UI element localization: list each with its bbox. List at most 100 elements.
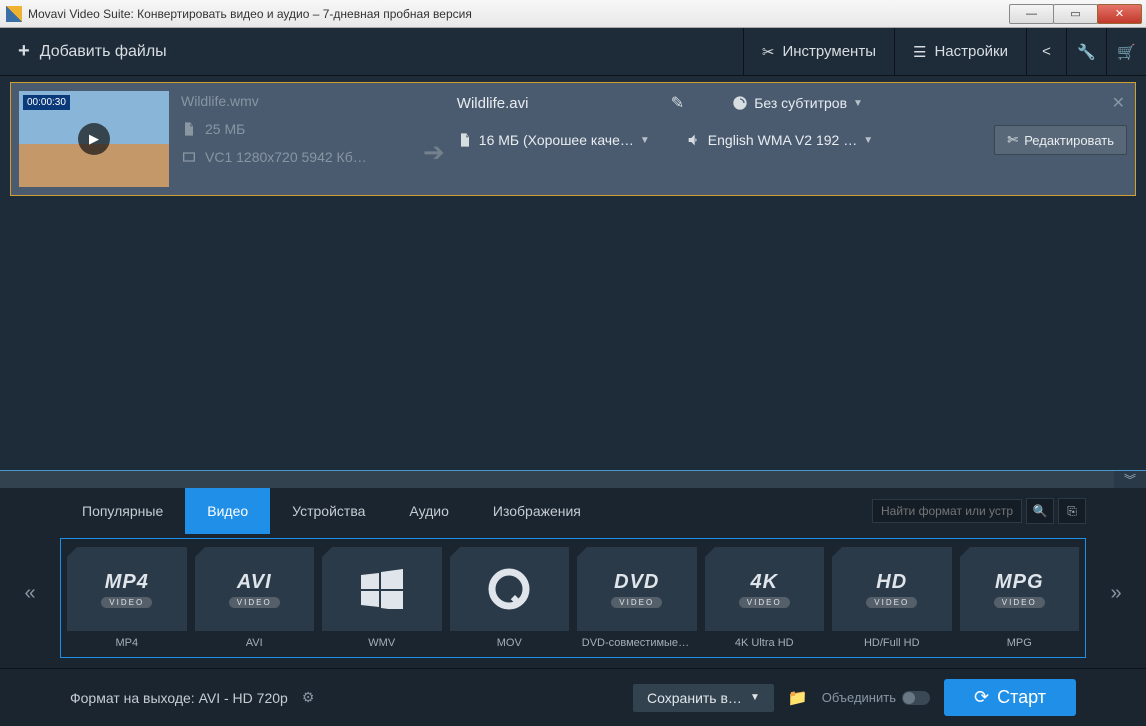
formats-prev-button[interactable]: « (15, 578, 45, 608)
format-card-dvd-совместимые в…[interactable]: DVDVIDEO DVD-совместимые в… (577, 547, 697, 649)
tools-icon: ✂︎ (762, 43, 775, 61)
format-label: AVI (246, 637, 263, 649)
subtitles-dropdown[interactable]: Без субтитров ▼ (732, 95, 863, 111)
format-search-input[interactable] (872, 499, 1022, 523)
scissors-icon: ✄ (1007, 132, 1018, 148)
file-icon (181, 121, 197, 137)
add-files-label: Добавить файлы (40, 43, 167, 61)
maximize-button[interactable]: ▭ (1053, 4, 1098, 24)
format-icon (322, 547, 442, 631)
share-icon: < (1042, 43, 1051, 60)
key-icon: 🔧 (1077, 43, 1096, 61)
tab-images[interactable]: Изображения (471, 488, 603, 534)
arrow-icon: ➔ (423, 137, 445, 168)
audio-track-dropdown[interactable]: English WMA V2 192 … ▼ (686, 132, 873, 148)
tab-popular[interactable]: Популярные (60, 488, 185, 534)
rename-icon[interactable]: ✎ (671, 93, 684, 113)
output-settings-button[interactable]: ⚙ (302, 689, 315, 706)
main-toolbar: + Добавить файлы ✂︎ Инструменты ☰ Настро… (0, 28, 1146, 76)
format-card-avi[interactable]: AVIVIDEO AVI (195, 547, 315, 649)
remove-file-button[interactable]: ✕ (1112, 93, 1125, 113)
cart-button[interactable]: 🛒 (1106, 28, 1146, 76)
cart-icon: 🛒 (1117, 43, 1136, 61)
format-label: MOV (497, 637, 522, 649)
chevron-down-icon: ▼ (863, 135, 873, 146)
edit-label: Редактировать (1024, 133, 1114, 148)
format-label: 4K Ultra HD (735, 637, 794, 649)
tab-audio[interactable]: Аудио (387, 488, 471, 534)
plus-icon: + (18, 40, 30, 63)
format-icon: HDVIDEO (832, 547, 952, 631)
collapse-bar[interactable]: ︾ (0, 470, 1146, 488)
search-button[interactable]: 🔍 (1026, 498, 1054, 524)
format-card-mpg[interactable]: MPGVIDEO MPG (960, 547, 1080, 649)
thumbnail-timecode: 00:00:30 (23, 95, 70, 110)
format-grid: MP4VIDEO MP4 AVIVIDEO AVI WMV MOV DVDVIDEO DVD-… (60, 538, 1086, 658)
edit-button[interactable]: ✄ Редактировать (994, 125, 1127, 155)
tools-button[interactable]: ✂︎ Инструменты (743, 28, 894, 76)
format-label: MP4 (115, 637, 138, 649)
chevron-down-icon: ︾ (1114, 471, 1146, 488)
key-button[interactable]: 🔧 (1066, 28, 1106, 76)
merge-label: Объединить (822, 690, 896, 705)
format-card-hd/full hd[interactable]: HDVIDEO HD/Full HD (832, 547, 952, 649)
tools-label: Инструменты (782, 43, 876, 60)
minimize-button[interactable]: — (1009, 4, 1054, 24)
detect-device-button[interactable]: ⎘ (1058, 498, 1086, 524)
play-icon[interactable]: ▶ (78, 123, 110, 155)
tab-video[interactable]: Видео (185, 488, 270, 534)
settings-label: Настройки (934, 43, 1008, 60)
chevron-down-icon: ▼ (750, 692, 760, 703)
source-details: VC1 1280x720 5942 Кб… (205, 149, 367, 165)
format-icon (450, 547, 570, 631)
convert-icon: ⟳ (974, 687, 989, 708)
format-card-wmv[interactable]: WMV (322, 547, 442, 649)
audio-icon (686, 132, 702, 148)
toggle-switch[interactable] (902, 691, 930, 705)
start-label: Старт (997, 687, 1046, 708)
start-button[interactable]: ⟳ Старт (944, 679, 1076, 716)
output-quality-label: 16 МБ (Хорошее каче… (479, 132, 634, 148)
search-icon: 🔍 (1033, 504, 1048, 518)
folder-icon[interactable]: 📁 (788, 688, 808, 708)
source-size: 25 МБ (205, 121, 245, 137)
format-icon: DVDVIDEO (577, 547, 697, 631)
format-icon: 4KVIDEO (705, 547, 825, 631)
settings-button[interactable]: ☰ Настройки (894, 28, 1026, 76)
add-files-button[interactable]: + Добавить файлы (0, 28, 185, 76)
save-to-label: Сохранить в… (647, 690, 742, 706)
subtitles-icon (732, 95, 748, 111)
audio-track-label: English WMA V2 192 … (708, 132, 857, 148)
output-quality-dropdown[interactable]: 16 МБ (Хорошее каче… ▼ (457, 132, 672, 148)
close-button[interactable]: ✕ (1097, 4, 1142, 24)
window-title: Movavi Video Suite: Конвертировать видео… (28, 7, 1010, 21)
source-filename: Wildlife.wmv (181, 93, 259, 109)
save-to-dropdown[interactable]: Сохранить в… ▼ (633, 684, 774, 712)
format-icon: AVIVIDEO (195, 547, 315, 631)
format-card-mp4[interactable]: MP4VIDEO MP4 (67, 547, 187, 649)
tab-devices[interactable]: Устройства (270, 488, 387, 534)
format-card-4k ultra hd[interactable]: 4KVIDEO 4K Ultra HD (705, 547, 825, 649)
chevron-down-icon: ▼ (853, 98, 863, 109)
formats-next-button[interactable]: » (1101, 578, 1131, 608)
app-icon (6, 6, 22, 22)
merge-toggle[interactable]: Объединить (822, 690, 930, 705)
menu-icon: ☰ (913, 43, 926, 61)
bottom-bar: Формат на выходе: AVI - HD 720p ⚙ Сохран… (0, 668, 1146, 726)
output-filename: Wildlife.avi (457, 95, 657, 112)
format-card-mov[interactable]: MOV (450, 547, 570, 649)
format-icon: MPGVIDEO (960, 547, 1080, 631)
file-card[interactable]: 00:00:30 ▶ Wildlife.wmv 25 МБ VC1 1280x7… (10, 82, 1136, 196)
format-tabs: Популярные Видео Устройства Аудио Изобра… (60, 488, 1086, 534)
format-icon: MP4VIDEO (67, 547, 187, 631)
output-format-label: Формат на выходе: AVI - HD 720p (70, 690, 288, 706)
video-thumbnail[interactable]: 00:00:30 ▶ (19, 91, 169, 187)
format-label: HD/Full HD (864, 637, 920, 649)
format-label: WMV (368, 637, 395, 649)
device-detect-icon: ⎘ (1067, 504, 1077, 519)
file-drop-area[interactable] (0, 202, 1146, 470)
format-label: MPG (1007, 637, 1032, 649)
format-label: DVD-совместимые в… (582, 637, 692, 649)
share-button[interactable]: < (1026, 28, 1066, 76)
subtitles-label: Без субтитров (754, 95, 847, 111)
